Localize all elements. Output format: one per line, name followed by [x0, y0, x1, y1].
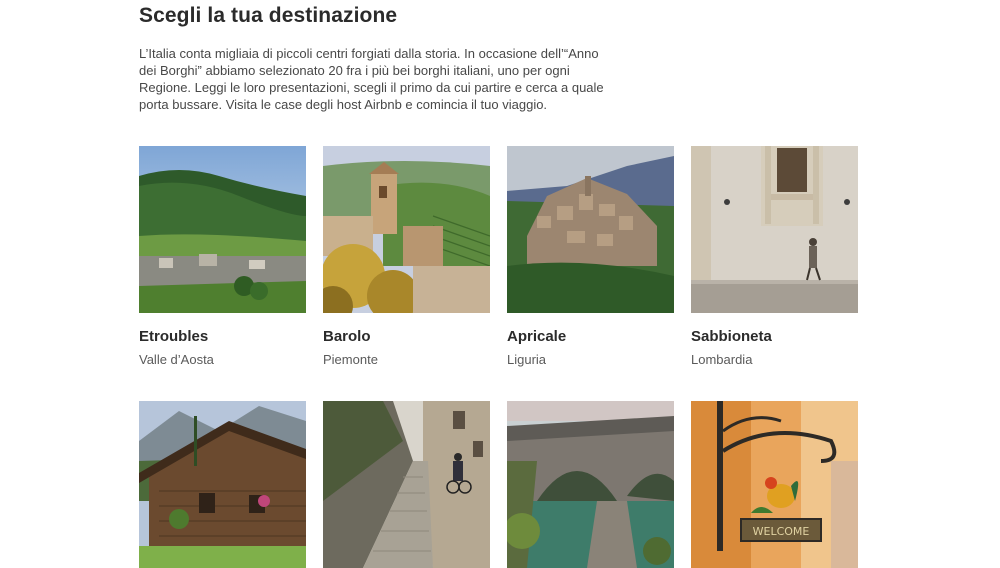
hilltop-village-photo[interactable] [507, 146, 674, 313]
destination-region: Liguria [507, 352, 547, 367]
stone-alley-photo[interactable] [323, 401, 490, 568]
destination-name[interactable]: Sabbioneta [691, 328, 772, 345]
destination-card-6[interactable] [323, 401, 490, 568]
destination-card-5[interactable] [139, 401, 306, 568]
old-wall-walker-photo[interactable] [691, 146, 858, 313]
destination-card-7[interactable] [507, 401, 674, 568]
destination-card-sabbioneta[interactable]: Sabbioneta Lombardia [691, 146, 858, 367]
destination-region: Valle d’Aosta [139, 352, 214, 367]
destination-card-etroubles[interactable]: Etroubles Valle d’Aosta [139, 146, 306, 367]
destination-name[interactable]: Apricale [507, 328, 566, 345]
alpine-valley-photo[interactable] [139, 146, 306, 313]
welcome-sign-rooster-photo[interactable]: WELCOME [691, 401, 858, 568]
stone-bridge-river-photo[interactable] [507, 401, 674, 568]
destination-card-apricale[interactable]: Apricale Liguria [507, 146, 674, 367]
destination-region: Lombardia [691, 352, 753, 367]
destination-card-barolo[interactable]: Barolo Piemonte [323, 146, 490, 367]
destination-name[interactable]: Etroubles [139, 328, 208, 345]
destination-card-8[interactable]: WELCOME [691, 401, 858, 568]
destination-name[interactable]: Barolo [323, 328, 371, 345]
svg-text:WELCOME: WELCOME [753, 525, 810, 538]
intro-paragraph: L’Italia conta migliaia di piccoli centr… [139, 46, 604, 112]
wooden-chalet-photo[interactable] [139, 401, 306, 568]
vineyard-bell-tower-photo[interactable] [323, 146, 490, 313]
page-title: Scegli la tua destinazione [139, 4, 398, 27]
destination-region: Piemonte [323, 352, 378, 367]
